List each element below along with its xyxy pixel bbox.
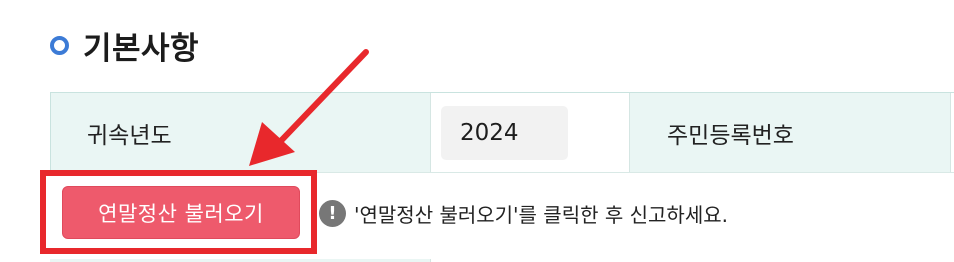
exclamation-circle-icon: ! <box>319 199 346 227</box>
section-heading: 기본사항 <box>50 22 199 68</box>
resident-number-label: 주민등록번호 <box>629 93 951 172</box>
tax-year-label: 귀속년도 <box>50 93 430 172</box>
notice-message: ! '연말정산 불러오기'를 클릭한 후 신고하세요. <box>319 196 728 230</box>
tax-year-cell: 2024 <box>430 93 629 172</box>
notice-text: '연말정산 불러오기'를 클릭한 후 신고하세요. <box>354 202 728 227</box>
section-title: 기본사항 <box>83 30 200 67</box>
load-year-end-settlement-button[interactable]: 연말정산 불러오기 <box>62 186 300 239</box>
table-row: 귀속년도 2024 주민등록번호 <box>50 93 954 173</box>
circle-bullet-icon <box>50 35 69 55</box>
tax-year-field[interactable]: 2024 <box>441 105 568 160</box>
basic-info-section: 기본사항 귀속년도 2024 주민등록번호 연말정산 불러오기 ! '연말정산 … <box>0 0 954 262</box>
